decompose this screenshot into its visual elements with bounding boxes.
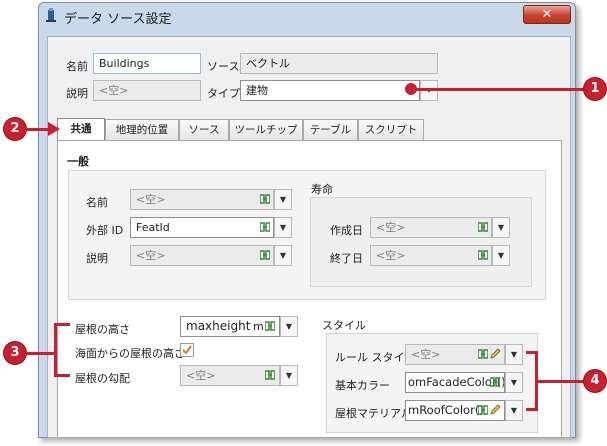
- ended-dropdown[interactable]: ▼: [492, 245, 510, 266]
- ended-value: <空>: [376, 249, 406, 262]
- app-icon: [44, 8, 58, 27]
- callout-line-3: [26, 352, 54, 355]
- link-icon[interactable]: [489, 377, 501, 390]
- above-sea-checkbox[interactable]: [180, 343, 194, 357]
- chevron-down-icon: ▼: [510, 378, 518, 387]
- description-input[interactable]: <空>: [93, 80, 201, 101]
- rule-style-value: <空>: [411, 348, 441, 361]
- base-color-dropdown[interactable]: ▼: [505, 372, 523, 393]
- general-section-label: 一般: [67, 155, 89, 168]
- roof-material-value: mRoofColor(): [408, 403, 484, 417]
- general-desc-label: 説明: [86, 252, 108, 265]
- link-icon[interactable]: [259, 222, 271, 235]
- link-icon[interactable]: [264, 321, 276, 334]
- roof-slope-dropdown[interactable]: ▼: [280, 365, 298, 386]
- lifetime-label: 寿命: [311, 183, 333, 196]
- source-label: ソース: [207, 60, 240, 73]
- external-id-label: 外部 ID: [86, 224, 124, 237]
- created-dropdown[interactable]: ▼: [492, 217, 510, 238]
- callout-bracket-3: [54, 323, 57, 377]
- external-id-dropdown[interactable]: ▼: [274, 217, 292, 238]
- created-value: <空>: [376, 221, 406, 234]
- callout-line-4: [538, 380, 584, 383]
- tab-geo-location[interactable]: 地理的位置: [105, 119, 179, 140]
- chevron-down-icon: ▼: [510, 406, 518, 415]
- chevron-down-icon: ▼: [497, 223, 505, 232]
- chevron-down-icon: ▼: [279, 251, 287, 260]
- pencil-icon[interactable]: [490, 348, 501, 362]
- link-icon[interactable]: [259, 250, 271, 263]
- roof-material-dropdown[interactable]: ▼: [505, 400, 523, 421]
- general-name-dropdown[interactable]: ▼: [274, 189, 292, 210]
- callout-4: 4: [584, 370, 606, 392]
- general-name-value: <空>: [136, 193, 166, 206]
- link-icon[interactable]: [477, 222, 489, 235]
- source-field: ベクトル: [240, 53, 438, 74]
- created-label: 作成日: [330, 224, 363, 237]
- general-desc-dropdown[interactable]: ▼: [274, 245, 292, 266]
- description-label: 説明: [66, 87, 88, 100]
- chevron-down-icon: ▼: [497, 251, 505, 260]
- link-icon[interactable]: [477, 349, 489, 362]
- callout-2: 2: [4, 118, 26, 140]
- tab-script[interactable]: スクリプト: [358, 119, 424, 140]
- link-icon[interactable]: [477, 250, 489, 263]
- callout-dot-1: [405, 83, 417, 95]
- above-sea-label: 海面からの屋根の高さ: [75, 347, 185, 360]
- base-color-label: 基本カラー: [335, 379, 390, 392]
- chevron-down-icon: ▼: [510, 350, 518, 359]
- rule-style-label: ルール スタイル: [335, 351, 416, 364]
- callout-arrow-2: [48, 122, 60, 136]
- tab-table[interactable]: テーブル: [303, 119, 358, 140]
- callout-1: 1: [584, 78, 606, 100]
- link-icon[interactable]: [259, 194, 271, 207]
- callout-bracket-3-top: [54, 323, 70, 326]
- style-label: スタイル: [322, 319, 366, 332]
- roof-material-label: 屋根マテリアル: [335, 407, 412, 420]
- external-id-input[interactable]: FeatId: [130, 217, 274, 238]
- roof-height-label: 屋根の高さ: [75, 323, 130, 336]
- callout-3: 3: [4, 342, 26, 364]
- tab-common[interactable]: 共通: [57, 118, 105, 141]
- link-icon[interactable]: [264, 370, 276, 383]
- callout-bracket-4-bottom: [526, 408, 538, 411]
- general-desc-value: <空>: [136, 249, 166, 262]
- callout-line-1: [412, 88, 586, 91]
- type-select[interactable]: 建物: [240, 80, 420, 101]
- close-button[interactable]: ✕: [523, 5, 571, 24]
- link-icon[interactable]: [477, 405, 489, 418]
- chevron-down-icon: ▼: [285, 371, 293, 380]
- pencil-icon[interactable]: [490, 404, 501, 418]
- ended-label: 終了日: [330, 252, 363, 265]
- window-title: データ ソース設定: [64, 12, 172, 27]
- chevron-down-icon: ▼: [279, 223, 287, 232]
- name-label: 名前: [66, 60, 88, 73]
- callout-bracket-4-top: [526, 351, 538, 354]
- callout-bracket-3-bottom: [54, 374, 70, 377]
- tab-source[interactable]: ソース: [179, 119, 229, 140]
- roof-slope-value: <空>: [186, 369, 216, 382]
- general-name-label: 名前: [86, 196, 108, 209]
- rule-style-dropdown[interactable]: ▼: [505, 344, 523, 365]
- chevron-down-icon: ▼: [285, 322, 293, 331]
- name-input[interactable]: Buildings: [93, 53, 201, 74]
- chevron-down-icon: ▼: [279, 195, 287, 204]
- tab-tooltip[interactable]: ツールチップ: [229, 119, 303, 140]
- general-name-input[interactable]: <空>: [130, 189, 274, 210]
- created-input[interactable]: <空>: [370, 217, 492, 238]
- lifetime-group-box: [310, 197, 532, 287]
- checkmark-icon: [182, 345, 192, 355]
- roof-height-unit: m: [253, 320, 264, 333]
- roof-slope-label: 屋根の勾配: [75, 372, 130, 385]
- type-label: タイプ: [207, 87, 240, 100]
- general-desc-input[interactable]: <空>: [130, 245, 274, 266]
- ended-input[interactable]: <空>: [370, 245, 492, 266]
- roof-height-dropdown[interactable]: ▼: [280, 316, 298, 337]
- roof-height-value: maxheight: [186, 319, 251, 333]
